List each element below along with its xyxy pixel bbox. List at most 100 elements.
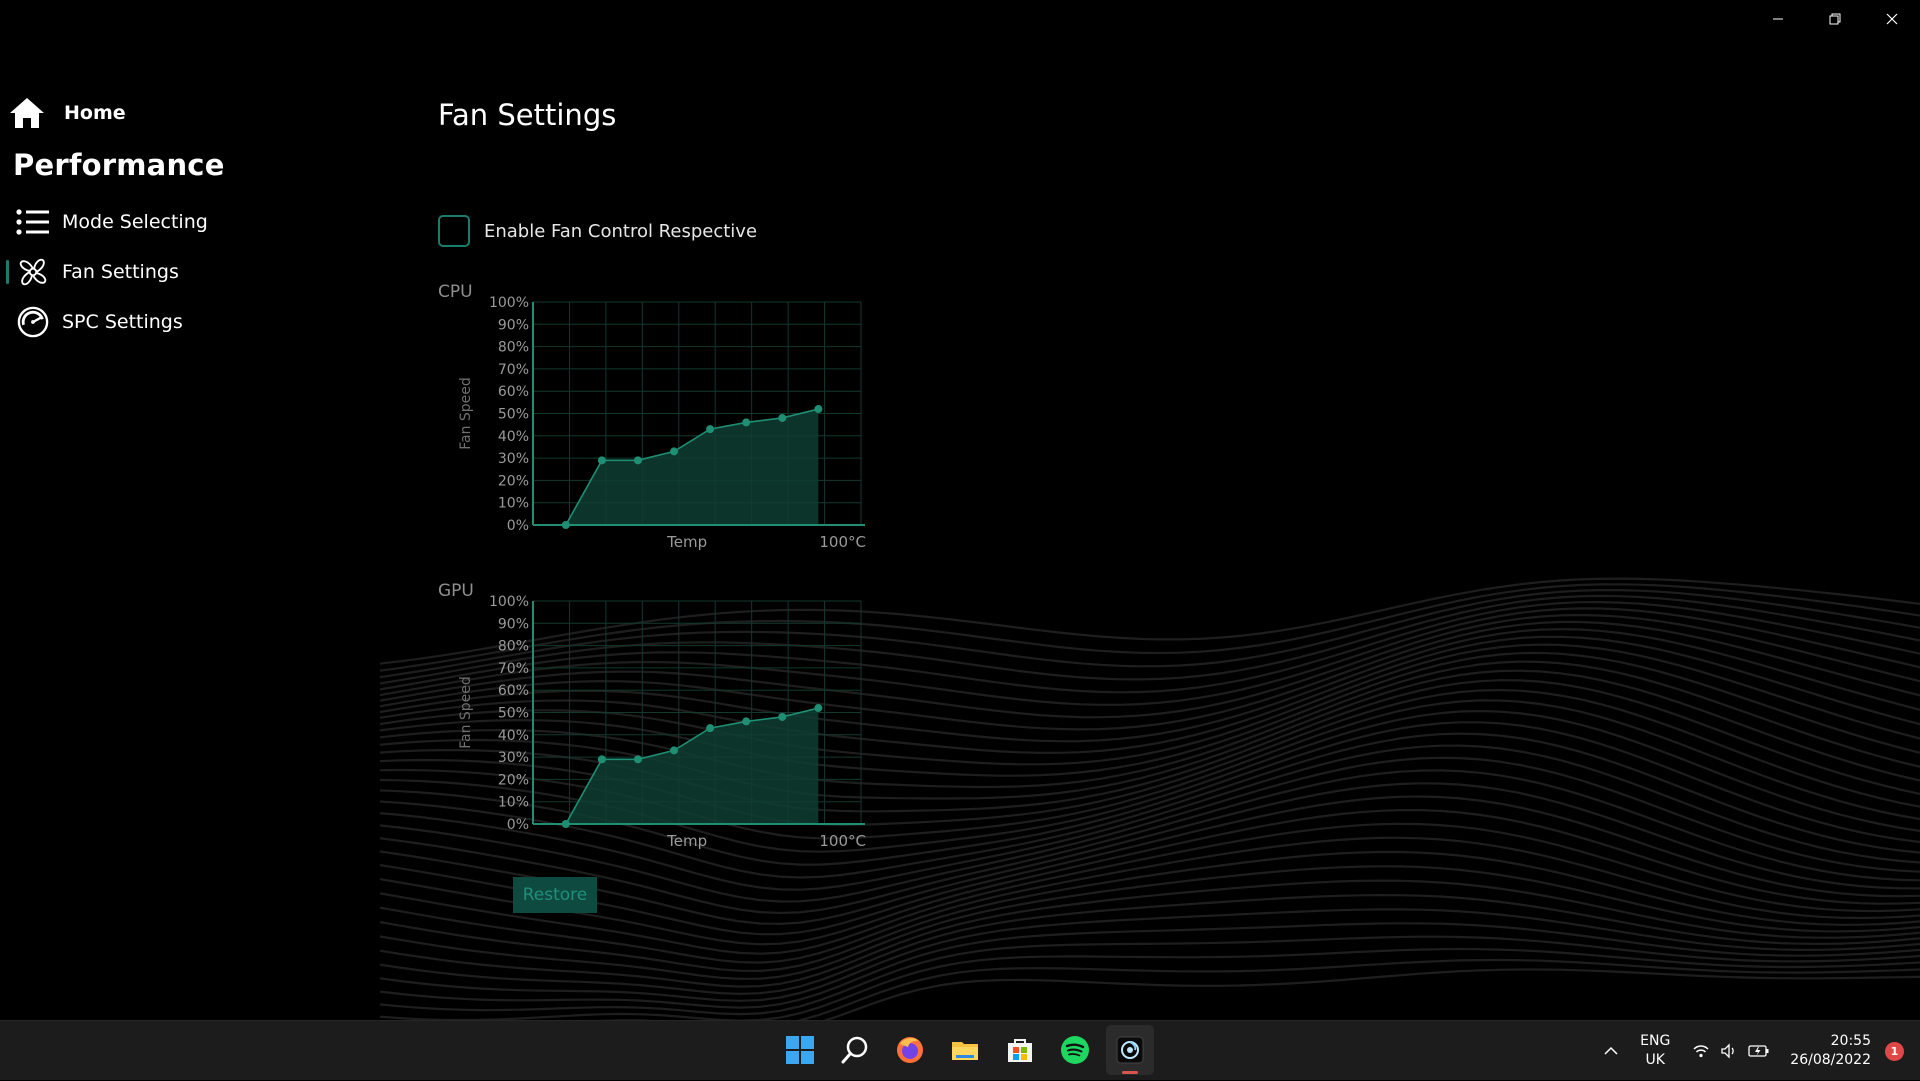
- enable-fan-control-checkbox[interactable]: [438, 215, 470, 247]
- data-point[interactable]: [670, 746, 679, 755]
- y-tick-label: 60%: [498, 683, 529, 699]
- sidebar-item-label: SPC Settings: [62, 311, 183, 333]
- wifi-icon: [1693, 1045, 1709, 1058]
- data-point[interactable]: [742, 717, 751, 726]
- enable-fan-control-label: Enable Fan Control Respective: [484, 220, 758, 242]
- data-point[interactable]: [706, 425, 715, 434]
- y-tick-label: 20%: [498, 473, 529, 489]
- data-point[interactable]: [633, 755, 642, 764]
- data-point[interactable]: [814, 405, 823, 414]
- y-tick-label: 60%: [498, 384, 529, 400]
- data-point[interactable]: [706, 724, 715, 733]
- y-tick-label: 30%: [498, 451, 529, 467]
- enable-fan-control-row[interactable]: Enable Fan Control Respective: [438, 215, 757, 247]
- minimize-button[interactable]: [1749, 0, 1806, 38]
- y-tick-label: 0%: [507, 518, 529, 534]
- sidebar-item-label: Fan Settings: [62, 261, 179, 283]
- search-icon: [841, 1036, 868, 1064]
- firefox-icon: [897, 1037, 923, 1063]
- data-point[interactable]: [561, 521, 570, 529]
- nav-section-title: Performance: [13, 148, 225, 182]
- data-point[interactable]: [778, 712, 787, 721]
- sidebar-item-label: Mode Selecting: [62, 211, 208, 233]
- data-point[interactable]: [633, 456, 642, 465]
- y-tick-label: 70%: [498, 661, 529, 677]
- x-axis-end-label: 100°C: [819, 533, 866, 551]
- file-explorer-button[interactable]: [941, 1025, 989, 1075]
- y-tick-label: 10%: [498, 795, 529, 811]
- minimize-icon: [1772, 18, 1783, 20]
- spotify-icon: [1061, 1036, 1089, 1064]
- data-point[interactable]: [778, 413, 787, 422]
- language-code: ENG: [1640, 1033, 1671, 1049]
- y-tick-label: 0%: [507, 817, 529, 833]
- data-point[interactable]: [670, 447, 679, 456]
- start-icon: [786, 1036, 814, 1064]
- search-button[interactable]: [831, 1025, 879, 1075]
- taskbar: ENG UK 20:55 26/08/2022 1: [0, 1020, 1920, 1080]
- notification-badge[interactable]: 1: [1885, 1041, 1904, 1061]
- store-icon: [1008, 1039, 1032, 1062]
- data-point[interactable]: [597, 755, 606, 764]
- y-tick-label: 30%: [498, 750, 529, 766]
- chart-title: CPU: [438, 282, 473, 302]
- chevron-up-icon: [1604, 1046, 1618, 1055]
- list-icon: [14, 205, 52, 239]
- start-button[interactable]: [776, 1025, 824, 1075]
- page-title: Fan Settings: [438, 98, 617, 132]
- cpu-chart-plot[interactable]: 0% 10% 20% 30% 40% 50% 60% 70% 80% 90% 100% Fan Spe…: [430, 282, 880, 562]
- close-icon: [1886, 13, 1897, 25]
- y-tick-label: 40%: [498, 728, 529, 744]
- y-axis-label: Fan Speed: [458, 377, 474, 450]
- series-area: [565, 409, 819, 525]
- spotify-button[interactable]: [1051, 1025, 1099, 1075]
- y-tick-label: 50%: [498, 407, 529, 423]
- store-button[interactable]: [996, 1025, 1044, 1075]
- y-tick-label: 40%: [498, 429, 529, 445]
- x-axis-label: Temp: [666, 533, 707, 551]
- clock-time: 20:55: [1830, 1033, 1871, 1049]
- y-tick-label: 80%: [498, 639, 529, 655]
- nav-home[interactable]: Home: [8, 96, 126, 130]
- data-point[interactable]: [561, 820, 570, 828]
- x-axis-end-label: 100°C: [819, 832, 866, 850]
- language-indicator[interactable]: ENG UK: [1640, 1032, 1670, 1070]
- window-controls: [1749, 0, 1920, 38]
- firefox-button[interactable]: [886, 1025, 934, 1075]
- app-window: Home Performance Mode Selecting Fan Sett…: [0, 0, 1920, 1020]
- y-tick-label: 70%: [498, 362, 529, 378]
- system-tray: ENG UK 20:55 26/08/2022 1: [1596, 1021, 1920, 1081]
- y-tick-label: 20%: [498, 772, 529, 788]
- clock-date: 26/08/2022: [1790, 1052, 1871, 1068]
- file-explorer-icon: [952, 1042, 978, 1060]
- y-tick-label: 80%: [498, 340, 529, 356]
- y-tick-label: 50%: [498, 706, 529, 722]
- gauge-icon: [14, 305, 52, 339]
- sidebar-item-spc-settings[interactable]: SPC Settings: [0, 302, 183, 342]
- language-region: UK: [1645, 1052, 1665, 1068]
- taskbar-apps: [776, 1025, 1154, 1075]
- restore-window-icon: [1829, 13, 1840, 25]
- restore-window-button[interactable]: [1806, 0, 1863, 38]
- close-button[interactable]: [1863, 0, 1920, 38]
- restore-button[interactable]: Restore: [513, 877, 597, 913]
- y-tick-label: 100%: [489, 295, 529, 311]
- volume-icon: [1721, 1043, 1735, 1059]
- home-icon: [10, 98, 44, 128]
- clock[interactable]: 20:55 26/08/2022: [1790, 1032, 1871, 1070]
- cpu-fan-curve-chart[interactable]: CPU 0% 10% 20% 30% 40% 50% 60% 70% 80% 90% 100% Fan…: [430, 282, 880, 562]
- data-point[interactable]: [597, 456, 606, 465]
- data-point[interactable]: [814, 704, 823, 713]
- data-point[interactable]: [742, 418, 751, 427]
- gpu-fan-curve-chart[interactable]: GPU 0% 10% 20% 30% 40% 50% 60% 70% 80% 90% 100% Fan…: [430, 581, 880, 861]
- sidebar-item-mode-selecting[interactable]: Mode Selecting: [0, 202, 208, 242]
- gpu-chart-plot[interactable]: 0% 10% 20% 30% 40% 50% 60% 70% 80% 90% 100% Fan Spe…: [430, 581, 880, 861]
- fan-app-icon: [1116, 1036, 1144, 1064]
- chart-title: GPU: [438, 581, 474, 601]
- series-area: [565, 708, 819, 824]
- fan-app-button[interactable]: [1106, 1025, 1154, 1075]
- sidebar-item-fan-settings[interactable]: Fan Settings: [0, 252, 179, 292]
- battery-icon: [1748, 1045, 1769, 1057]
- quick-settings[interactable]: [1692, 1042, 1770, 1060]
- show-hidden-icons-button[interactable]: [1596, 1036, 1626, 1066]
